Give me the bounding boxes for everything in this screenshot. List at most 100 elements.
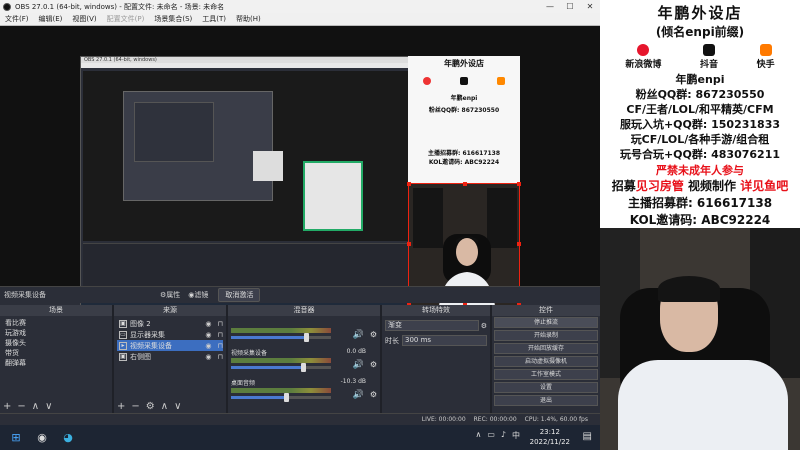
network-icon[interactable]: ▭ [487,430,495,441]
menu-file[interactable]: 文件(F) [0,14,34,24]
menu-view[interactable]: 视图(V) [67,14,101,24]
gear-icon[interactable]: ⚙ [370,330,377,339]
mixer-track: 视频采集设备 0.0 dB 🔊 ⚙ [228,346,380,376]
camera-icon: ▸ [119,341,127,350]
screen: OBS 27.0.1 (64-bit, windows) - 配置文件: 未命名… [0,0,800,450]
source-item[interactable]: ▭ 显示器采集 ◉ ⊓ [117,329,223,340]
slider-knob[interactable] [304,333,309,342]
clock-date: 2022/11/22 [529,438,570,446]
transition-select[interactable]: 渐变 [385,320,479,331]
track-name: 视频采集设备 [231,350,268,357]
move-up-icon[interactable]: ∧ [32,401,39,412]
sources-dock: 来源 ▣ 图像 2 ◉ ⊓ ▭ 显示器采集 ◉ ⊓ ▸ 视频采集设备 ◉ ⊓ ▣ 右侧图 ◉ ⊓ + − ⚙… [114,305,226,413]
gear-icon[interactable]: ⚙ [370,390,377,399]
volume-slider[interactable] [231,333,331,342]
eye-icon[interactable]: ◉ [205,353,211,361]
lock-icon[interactable]: ⊓ [218,342,223,350]
settings-button[interactable]: 设置 [494,382,598,393]
gear-icon[interactable]: ⚙ [370,360,377,369]
lock-icon[interactable]: ⊓ [218,320,223,328]
scene-item[interactable]: 玩游戏 [3,328,109,338]
resize-handle[interactable] [407,242,411,246]
source-name: 右侧图 [130,352,151,361]
resize-handle[interactable] [517,182,521,186]
source-item-selected[interactable]: ▸ 视频采集设备 ◉ ⊓ [117,340,223,351]
move-down-icon[interactable]: ∨ [174,401,181,412]
resize-handle[interactable] [517,242,521,246]
obs-logo-icon [3,2,11,11]
eye-icon[interactable]: ◉ [205,342,211,350]
exit-button[interactable]: 退出 [494,395,598,406]
source-item[interactable]: ▣ 图像 2 ◉ ⊓ [117,318,223,329]
volume-slider[interactable] [231,363,331,372]
monitor-icon: ▭ [119,330,127,339]
properties-button[interactable]: ⚙属性 [160,290,180,300]
source-name: 图像 2 [130,319,151,328]
close-icon[interactable]: ✕ [580,2,600,11]
gear-icon[interactable]: ⚙ [146,401,155,412]
nested-webcam [303,161,363,231]
slider-knob[interactable] [301,363,306,372]
start-virtual-camera-button[interactable]: 启动虚拟摄像机 [494,356,598,367]
poster-warning: 严禁未成年人参与 [656,164,744,177]
move-up-icon[interactable]: ∧ [161,401,168,412]
sources-header: 来源 [114,305,226,316]
cpu-status: CPU: 1.4%, 60.00 fps [524,416,588,423]
start-replay-buffer-button[interactable]: 开始回放缓存 [494,343,598,354]
ime-indicator[interactable]: 中 [512,430,520,441]
image-icon: ▣ [119,319,127,328]
start-recording-button[interactable]: 开始录制 [494,330,598,341]
duration-input[interactable]: 300 ms [402,335,487,346]
resize-handle[interactable] [463,182,467,186]
poster-recruit: 招募见习房管 视频制作 详见鱼吧 [600,178,800,195]
poster-group1: 服玩入坑+QQ群: 150231833 [619,118,781,131]
move-down-icon[interactable]: ∨ [45,401,52,412]
obs-taskbar-icon[interactable]: ◉ [32,428,52,448]
source-item[interactable]: ▣ 右侧图 ◉ ⊓ [117,351,223,362]
lock-icon[interactable]: ⊓ [218,331,223,339]
scene-item[interactable]: 带货 [3,348,109,358]
slider-knob[interactable] [284,393,289,402]
notification-icon[interactable]: ▤ [583,431,592,442]
gear-icon[interactable]: ⚙ [481,322,487,330]
menu-edit[interactable]: 编辑(E) [34,14,68,24]
edge-taskbar-icon[interactable]: ◕ [58,428,78,448]
eye-icon[interactable]: ◉ [205,331,211,339]
studio-mode-button[interactable]: 工作室模式 [494,369,598,380]
speaker-icon[interactable]: 🔊 [353,330,364,340]
deactivate-button[interactable]: 取消激活 [218,288,261,302]
stop-streaming-button[interactable]: 停止推流 [494,317,598,328]
maximize-icon[interactable]: ☐ [560,2,580,11]
minimize-icon[interactable]: — [540,2,560,11]
speaker-icon[interactable]: 🔊 [353,390,364,400]
windows-start-icon[interactable]: ⊞ [6,428,26,448]
speaker-icon[interactable]: 🔊 [353,360,364,370]
scene-item[interactable]: 摄像头 [3,338,109,348]
add-icon[interactable]: + [3,401,11,412]
eye-icon[interactable]: ◉ [205,320,211,328]
add-icon[interactable]: + [117,401,125,412]
platform-label: 快手 [756,60,775,70]
preview-canvas[interactable]: OBS 27.0.1 (64-bit, windows) 年鹏外设店 年鹏enp… [0,26,600,311]
menu-scene-collection[interactable]: 场景集合(S) [149,14,197,24]
lock-icon[interactable]: ⊓ [218,353,223,361]
controls-dock: 控件 停止推流 开始录制 开始回放缓存 启动虚拟摄像机 工作室模式 设置 退出 [492,305,600,413]
remove-icon[interactable]: − [17,401,25,412]
source-toolbar: 视频采集设备 ⚙属性 ◉滤镜 取消激活 [0,286,600,303]
mini-poster-brand: 年鹏enpi [450,95,478,102]
mini-poster-source: 年鹏外设店 年鹏enpi 粉丝QQ群: 867230550 主播招募群: 616… [408,56,520,183]
filters-button[interactable]: ◉滤镜 [188,290,208,300]
menu-help[interactable]: 帮助(H) [231,14,266,24]
scene-item[interactable]: 看比赛 [3,318,109,328]
volume-slider[interactable] [231,393,331,402]
remove-icon[interactable]: − [131,401,139,412]
menu-tools[interactable]: 工具(T) [197,14,231,24]
menu-profile[interactable]: 配置文件(P) [102,14,150,24]
volume-icon[interactable]: ♪ [501,430,506,441]
clock[interactable]: 23:12 2022/11/22 [530,427,570,447]
weibo-platform: 新浪微博 [625,44,661,70]
clock-time: 23:12 [539,428,560,436]
chevron-up-icon[interactable]: ∧ [475,430,481,441]
resize-handle[interactable] [407,182,411,186]
scene-item[interactable]: 翻弹幕 [3,358,109,368]
